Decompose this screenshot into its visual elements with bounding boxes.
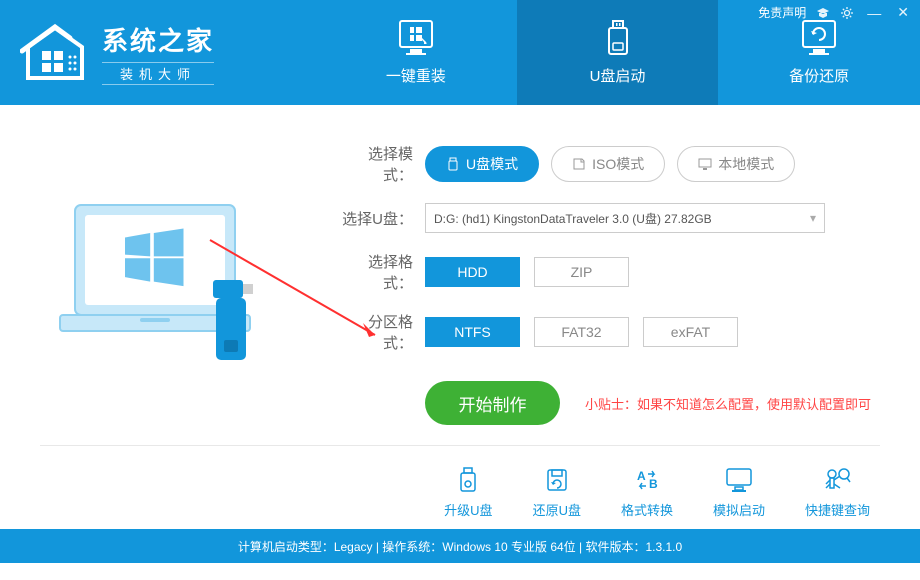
tool-format-convert[interactable]: AB 格式转换: [621, 466, 673, 519]
partition-label: 分区格式：: [340, 311, 425, 353]
chevron-down-icon: ▾: [810, 211, 816, 225]
logo-title: 系统之家: [102, 21, 214, 58]
close-button[interactable]: ✕: [894, 4, 912, 21]
tool-upgrade-usb[interactable]: 升级U盘: [444, 466, 492, 519]
svg-text:A: A: [637, 469, 646, 483]
mode-label-text: U盘模式: [466, 154, 518, 174]
nav-tab-label: 备份还原: [789, 65, 849, 86]
laptop-usb-illustration: [45, 185, 275, 385]
tools-row: 升级U盘 还原U盘 AB 格式转换 模拟启动 快捷键查询: [0, 446, 920, 529]
tool-label: 模拟启动: [713, 500, 765, 519]
logo-area: 系统之家 装机大师: [0, 0, 315, 105]
form-area: 选择模式： U盘模式 ISO模式 本地模式 选择U盘： D:G: (hd1) K…: [290, 135, 880, 435]
nav-tab-usb[interactable]: U盘启动: [517, 0, 719, 105]
usb-icon: [446, 157, 460, 171]
tool-label: 格式转换: [621, 500, 673, 519]
tool-simulate-boot[interactable]: 模拟启动: [713, 466, 765, 519]
monitor-icon: [698, 157, 712, 171]
mode-local-button[interactable]: 本地模式: [677, 146, 795, 182]
disclaimer-link[interactable]: 免责声明: [758, 4, 806, 21]
logo-icon: [20, 23, 90, 83]
usb-select-label: 选择U盘：: [340, 208, 425, 229]
svg-text:B: B: [649, 477, 658, 491]
tool-label: 升级U盘: [444, 500, 492, 519]
partition-fat32-button[interactable]: FAT32: [534, 317, 629, 347]
nav-tab-label: 一键重装: [386, 65, 446, 86]
format-label: 选择格式：: [340, 251, 425, 293]
tool-label: 还原U盘: [533, 500, 581, 519]
usb-select[interactable]: D:G: (hd1) KingstonDataTraveler 3.0 (U盘)…: [425, 203, 825, 233]
tool-restore-usb[interactable]: 还原U盘: [533, 466, 581, 519]
content: 选择模式： U盘模式 ISO模式 本地模式 选择U盘： D:G: (hd1) K…: [0, 105, 920, 445]
format-hdd-button[interactable]: HDD: [425, 257, 520, 287]
monitor-icon: [724, 466, 754, 494]
hotkey-icon: [822, 466, 852, 494]
tool-hotkey-lookup[interactable]: 快捷键查询: [805, 466, 870, 519]
mode-label-text: ISO模式: [592, 154, 644, 174]
mode-usb-button[interactable]: U盘模式: [425, 146, 539, 182]
mode-label: 选择模式：: [340, 143, 425, 185]
format-zip-button[interactable]: ZIP: [534, 257, 629, 287]
gear-icon[interactable]: [840, 6, 854, 20]
mode-iso-button[interactable]: ISO模式: [551, 146, 665, 182]
nav-tab-reinstall[interactable]: 一键重装: [315, 0, 517, 105]
tip-text: 小贴士：如果不知道怎么配置，使用默认配置即可: [585, 394, 871, 413]
partition-ntfs-button[interactable]: NTFS: [425, 317, 520, 347]
usb-select-value: D:G: (hd1) KingstonDataTraveler 3.0 (U盘)…: [434, 210, 712, 227]
nav-tab-label: U盘启动: [590, 65, 646, 86]
logo-subtitle: 装机大师: [102, 62, 214, 85]
titlebar: 免责声明 — ✕: [758, 4, 912, 21]
illustration: [30, 135, 290, 435]
statusbar-text: 计算机启动类型：Legacy | 操作系统：Windows 10 专业版 64位…: [238, 538, 682, 555]
graduation-icon[interactable]: [816, 6, 830, 20]
minimize-button[interactable]: —: [864, 5, 884, 21]
restore-usb-icon: [542, 466, 572, 494]
partition-exfat-button[interactable]: exFAT: [643, 317, 738, 347]
iso-icon: [572, 157, 586, 171]
backup-icon: [799, 19, 839, 57]
statusbar: 计算机启动类型：Legacy | 操作系统：Windows 10 专业版 64位…: [0, 529, 920, 563]
tool-label: 快捷键查询: [805, 500, 870, 519]
upgrade-usb-icon: [453, 466, 483, 494]
usb-boot-icon: [598, 19, 638, 57]
mode-label-text: 本地模式: [718, 154, 774, 174]
start-button[interactable]: 开始制作: [425, 381, 560, 425]
format-convert-icon: AB: [632, 466, 662, 494]
reinstall-icon: [396, 19, 436, 57]
